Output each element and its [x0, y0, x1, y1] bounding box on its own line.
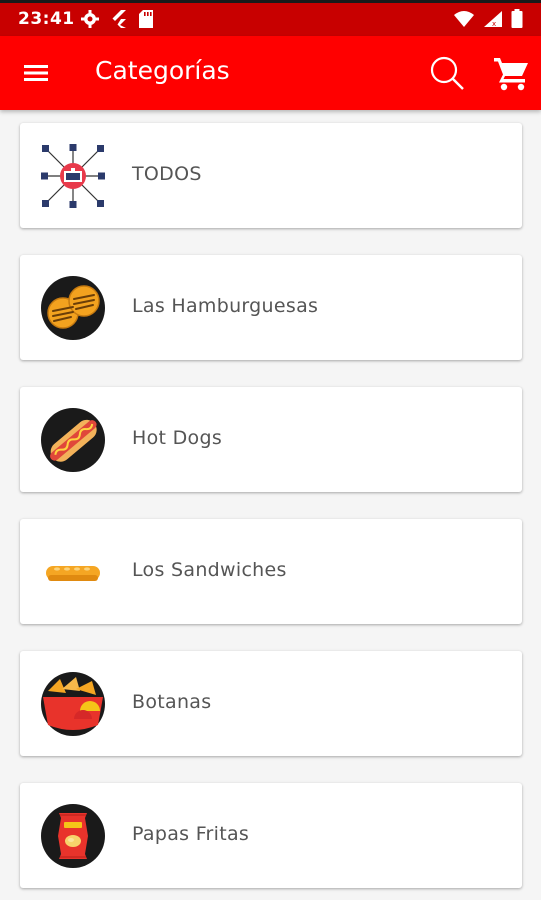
- cart-button[interactable]: [492, 54, 530, 92]
- sandwich-icon: [40, 539, 106, 605]
- app-bar: Categorías: [0, 36, 541, 110]
- status-time: 23:41: [18, 9, 75, 29]
- category-card-hamburguesas[interactable]: Las Hamburguesas: [20, 255, 522, 360]
- category-label: TODOS: [132, 163, 202, 185]
- cart-icon: [494, 58, 528, 91]
- category-card-sandwiches[interactable]: Los Sandwiches: [20, 519, 522, 624]
- gear-icon: [81, 10, 99, 28]
- menu-icon: [24, 65, 48, 81]
- battery-icon: [511, 9, 523, 28]
- category-card-botanas[interactable]: Botanas: [20, 651, 522, 756]
- status-bar: 23:41 x: [0, 0, 541, 36]
- category-label: Las Hamburguesas: [132, 295, 319, 317]
- flutter-icon: [112, 10, 126, 28]
- category-card-hot-dogs[interactable]: Hot Dogs: [20, 387, 522, 492]
- search-icon: [430, 56, 464, 90]
- category-label: Papas Fritas: [132, 823, 250, 845]
- wifi-icon: [454, 11, 474, 27]
- category-card-papas-fritas[interactable]: Papas Fritas: [20, 783, 522, 888]
- chips-bag-icon: [40, 803, 106, 869]
- page-title: Categorías: [95, 56, 230, 85]
- burger-icon: [40, 275, 106, 341]
- category-label: Los Sandwiches: [132, 559, 287, 581]
- signal-icon: x: [484, 11, 502, 28]
- status-right-icons: x: [453, 9, 523, 29]
- menu-button[interactable]: [22, 60, 52, 86]
- category-label: Botanas: [132, 691, 212, 713]
- sd-card-icon: [139, 10, 153, 28]
- category-card-todos[interactable]: TODOS: [20, 123, 522, 228]
- hotdog-icon: [40, 407, 106, 473]
- network-hub-icon: [40, 143, 106, 209]
- status-left-icons: [80, 9, 154, 29]
- search-button[interactable]: [428, 54, 466, 92]
- category-label: Hot Dogs: [132, 427, 223, 449]
- svg-text:x: x: [492, 20, 496, 28]
- snacks-icon: [40, 671, 106, 737]
